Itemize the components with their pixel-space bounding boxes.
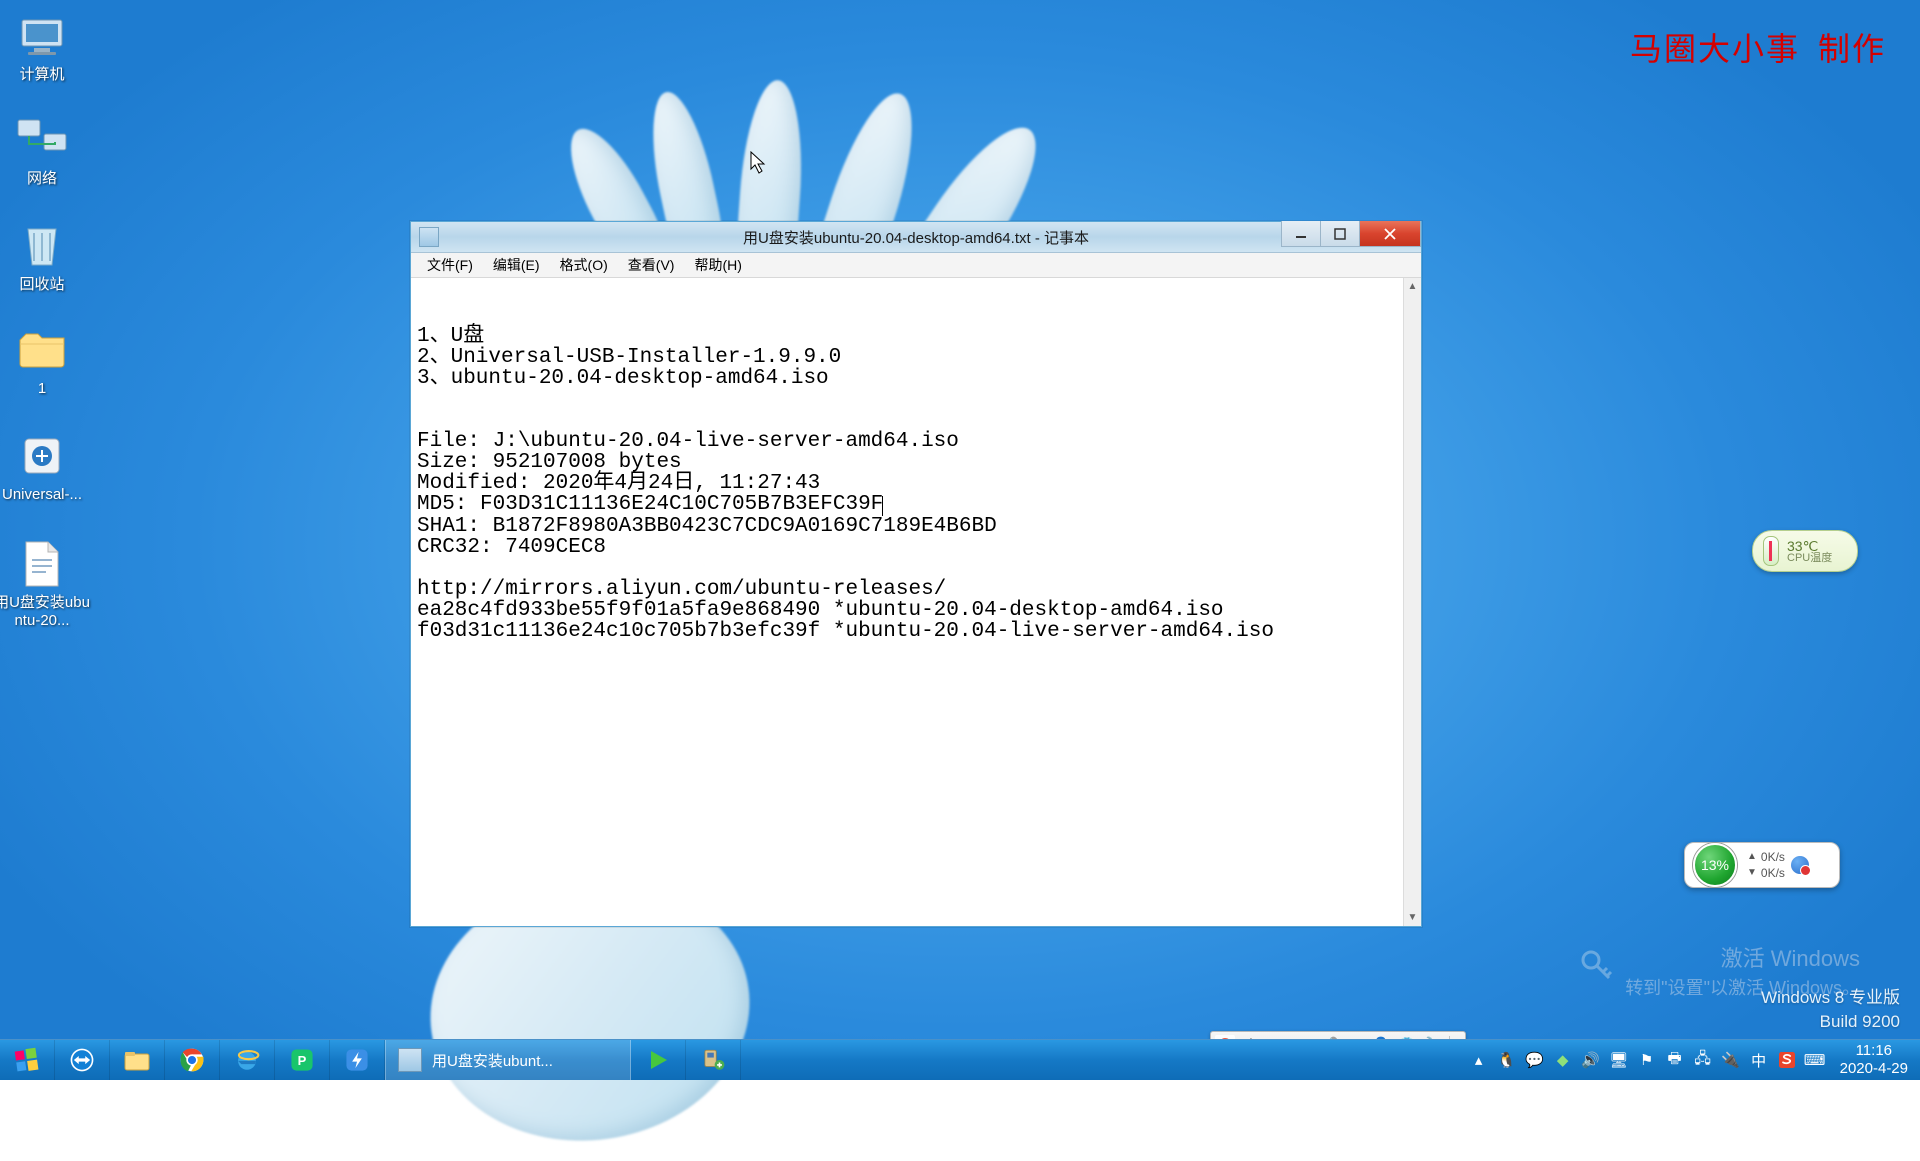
installer-icon <box>14 432 70 480</box>
scroll-down-button[interactable]: ▼ <box>1404 909 1421 926</box>
cpu-temperature-gadget[interactable]: 33℃ CPU温度 <box>1752 530 1858 572</box>
desktop-icon-txt[interactable]: 用U盘安装ubuntu-20... <box>0 540 92 630</box>
icon-label: 网络 <box>0 170 92 188</box>
video-watermark: 马圈大小事制作 <box>1630 24 1886 70</box>
tray-security-icon[interactable]: ◆ <box>1554 1051 1572 1069</box>
desktop[interactable]: 马圈大小事制作 计算机 网络 回收站 1 Universal-... <box>0 0 1920 1080</box>
tray-keyboard-icon[interactable]: ⌨ <box>1806 1051 1824 1069</box>
tray-chat-icon[interactable]: 💬 <box>1526 1051 1544 1069</box>
memory-usage-ball[interactable]: 13% <box>1693 843 1737 887</box>
tray-action-flag-icon[interactable]: ⚑ <box>1638 1051 1656 1069</box>
clock-date: 2020-4-29 <box>1840 1060 1908 1078</box>
gadget-settings-icon[interactable] <box>1791 856 1809 874</box>
clock-time: 11:16 <box>1840 1042 1908 1060</box>
taskbar-pin-thunder[interactable] <box>330 1040 385 1080</box>
download-arrow-icon: ▼ <box>1747 866 1757 880</box>
taskbar-clock[interactable]: 11:16 2020-4-29 <box>1834 1042 1920 1078</box>
menubar: 文件(F) 编辑(E) 格式(O) 查看(V) 帮助(H) <box>411 253 1421 278</box>
minimize-button[interactable] <box>1281 221 1321 247</box>
desktop-icon-universal-usb[interactable]: Universal-... <box>0 432 92 504</box>
tray-network-icon[interactable]: 🖧 <box>1694 1051 1712 1069</box>
icon-label: 回收站 <box>0 276 92 294</box>
menu-view[interactable]: 查看(V) <box>618 253 685 277</box>
close-button[interactable] <box>1359 221 1421 247</box>
window-titlebar[interactable]: 用U盘安装ubuntu-20.04-desktop-amd64.txt - 记事… <box>411 222 1421 253</box>
taskbar-pin-ie[interactable] <box>220 1040 275 1080</box>
taskbar-pin-device[interactable] <box>686 1040 741 1080</box>
task-label: 用U盘安装ubunt... <box>432 1050 553 1071</box>
start-button[interactable] <box>0 1040 55 1080</box>
temperature-value: 33℃ <box>1787 539 1832 553</box>
start-icon <box>13 1046 41 1074</box>
temperature-label: CPU温度 <box>1787 553 1832 564</box>
taskbar-pin-teamviewer[interactable] <box>55 1040 110 1080</box>
os-version-watermark: Windows 8 专业版 Build 9200 <box>1761 986 1900 1034</box>
menu-edit[interactable]: 编辑(E) <box>483 253 550 277</box>
notepad-task-icon <box>398 1048 422 1072</box>
icon-label: 用U盘安装ubuntu-20... <box>0 594 92 630</box>
tray-volume-icon[interactable]: 🔊 <box>1582 1051 1600 1069</box>
menu-format[interactable]: 格式(O) <box>550 253 618 277</box>
taskbar: P 用U盘安装ubunt... ▴ 🐧 💬 ◆ 🔊 <box>0 1039 1920 1080</box>
desktop-icon-computer[interactable]: 计算机 <box>0 12 92 84</box>
desktop-icon-folder[interactable]: 1 <box>0 326 92 398</box>
tray-sogou-icon[interactable] <box>1778 1051 1796 1069</box>
key-icon <box>1579 948 1615 984</box>
scroll-track[interactable] <box>1404 295 1421 909</box>
svg-text:P: P <box>298 1053 307 1068</box>
tray-qq-icon[interactable]: 🐧 <box>1498 1051 1516 1069</box>
taskbar-pin-explorer[interactable] <box>110 1040 165 1080</box>
taskbar-pin-media[interactable] <box>631 1040 686 1080</box>
tray-printer-icon[interactable]: 🖶 <box>1666 1051 1684 1069</box>
desktop-icon-recycle-bin[interactable]: 回收站 <box>0 222 92 294</box>
thermometer-icon <box>1763 536 1779 566</box>
performance-gadget[interactable]: 13% ▲0K/s ▼0K/s <box>1684 842 1840 888</box>
window-title: 用U盘安装ubuntu-20.04-desktop-amd64.txt - 记事… <box>411 227 1421 248</box>
upload-arrow-icon: ▲ <box>1747 850 1757 864</box>
notepad-textarea[interactable]: 1、U盘 2、Universal-USB-Installer-1.9.9.0 3… <box>411 278 1403 926</box>
recycle-bin-icon <box>14 222 70 270</box>
computer-icon <box>14 12 70 60</box>
menu-file[interactable]: 文件(F) <box>417 253 483 277</box>
tray-display-icon[interactable]: 🖥 <box>1610 1051 1628 1069</box>
taskbar-task-notepad[interactable]: 用U盘安装ubunt... <box>385 1040 631 1080</box>
tray-ime-lang-icon[interactable]: 中 <box>1750 1051 1768 1069</box>
vertical-scrollbar[interactable]: ▲ ▼ <box>1403 278 1421 926</box>
taskbar-pin-pp[interactable]: P <box>275 1040 330 1080</box>
menu-help[interactable]: 帮助(H) <box>684 253 751 277</box>
folder-icon <box>14 326 70 374</box>
notepad-app-icon <box>419 227 439 247</box>
text-file-icon <box>14 540 70 588</box>
network-speed: ▲0K/s ▼0K/s <box>1747 849 1785 881</box>
scroll-up-button[interactable]: ▲ <box>1404 278 1421 295</box>
notepad-window[interactable]: 用U盘安装ubuntu-20.04-desktop-amd64.txt - 记事… <box>410 221 1422 927</box>
tray-overflow-icon[interactable]: ▴ <box>1470 1051 1488 1069</box>
activate-title: 激活 Windows <box>1625 942 1860 975</box>
tray-usb-icon[interactable]: 🔌 <box>1722 1051 1740 1069</box>
desktop-icon-network[interactable]: 网络 <box>0 116 92 188</box>
icon-label: Universal-... <box>0 486 92 504</box>
icon-label: 1 <box>0 380 92 398</box>
text-cursor <box>882 496 883 516</box>
system-tray: ▴ 🐧 💬 ◆ 🔊 🖥 ⚑ 🖶 🖧 🔌 中 ⌨ <box>1460 1051 1834 1069</box>
taskbar-pin-chrome[interactable] <box>165 1040 220 1080</box>
icon-label: 计算机 <box>0 66 92 84</box>
maximize-button[interactable] <box>1320 221 1360 247</box>
network-icon <box>14 116 70 164</box>
